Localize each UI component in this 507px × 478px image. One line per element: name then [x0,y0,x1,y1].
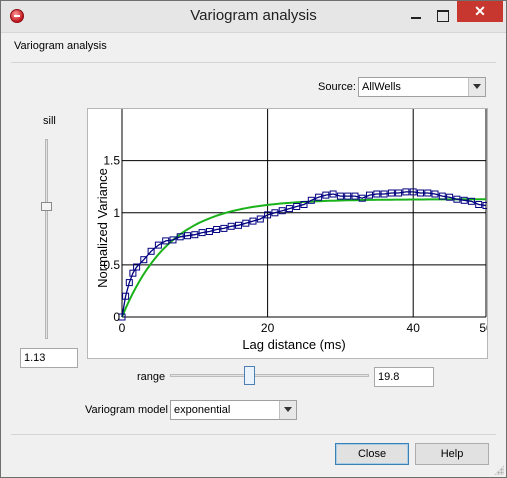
x-tick-label: 50 [479,321,487,335]
variogram-chart: 020405000.511.5Lag distance (ms)Normaliz… [87,108,493,359]
range-value: 19.8 [378,371,400,383]
x-tick-label: 20 [261,321,275,335]
title-bar: Variogram analysis ✕ [1,1,506,33]
minimize-icon[interactable] [403,5,429,25]
bottom-divider [11,434,496,435]
resize-grip-icon[interactable] [494,465,504,475]
close-icon: ✕ [474,3,486,19]
y-tick-label: 1.5 [103,154,120,168]
chevron-down-icon[interactable] [468,78,485,96]
section-label: Variogram analysis [14,40,107,52]
sill-value: 1.13 [24,352,46,364]
close-button[interactable]: Close [335,443,409,465]
y-tick-label: 0 [113,310,120,324]
x-axis-label: Lag distance (ms) [242,337,345,352]
source-select[interactable]: AllWells [358,77,486,97]
sill-label: sill [43,115,56,127]
source-value: AllWells [362,81,401,93]
experimental-variogram-line [121,191,487,318]
range-input[interactable]: 19.8 [374,367,434,387]
source-label: Source: [318,81,356,93]
variogram-model-label: Variogram model [85,404,168,416]
y-axis-label: Normalized Variance [95,168,110,288]
chevron-down-icon[interactable] [279,401,296,419]
sill-slider-handle[interactable] [41,202,52,211]
variogram-model-select[interactable]: exponential [170,400,297,420]
sill-input[interactable]: 1.13 [20,348,78,368]
help-button[interactable]: Help [415,443,489,465]
y-tick-label: 1 [113,206,120,220]
range-label: range [137,371,166,383]
model-curve [121,198,486,318]
maximize-icon[interactable] [430,5,456,25]
range-slider-track[interactable] [170,374,369,377]
variogram-dialog: Variogram analysis ✕ Variogram analysis … [0,0,507,478]
close-window-button[interactable]: ✕ [457,1,503,22]
sill-slider-track[interactable] [45,139,48,339]
variogram-model-value: exponential [174,404,231,416]
x-tick-label: 40 [407,321,421,335]
top-divider [11,62,496,63]
chart-svg: 020405000.511.5Lag distance (ms)Normaliz… [95,109,493,352]
range-slider-handle[interactable] [244,366,255,385]
